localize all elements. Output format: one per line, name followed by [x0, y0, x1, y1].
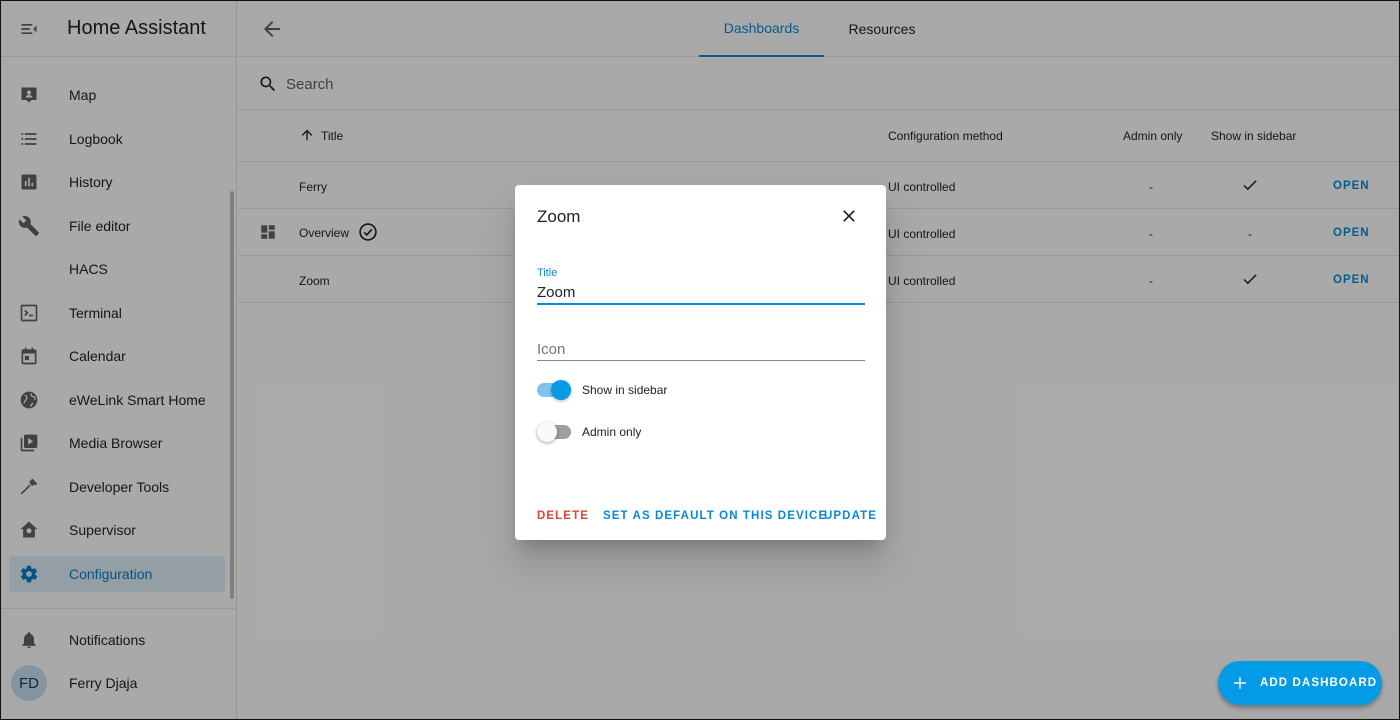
- show-in-sidebar-toggle[interactable]: [537, 380, 571, 400]
- admin-only-label: Admin only: [582, 425, 642, 439]
- toggle-knob: [551, 380, 571, 400]
- add-dashboard-button[interactable]: ADD DASHBOARD: [1218, 661, 1382, 705]
- app-window: Home Assistant Map Logbook History File …: [0, 0, 1400, 720]
- title-field-label: Title: [537, 267, 558, 279]
- title-field-underline: [537, 303, 865, 305]
- edit-dashboard-dialog: Zoom Title Show in sidebar Admin only DE…: [515, 185, 886, 540]
- dialog-title: Zoom: [537, 207, 581, 226]
- icon-field[interactable]: [537, 341, 865, 358]
- toggle-knob: [537, 422, 557, 442]
- title-field[interactable]: [537, 284, 865, 301]
- delete-button[interactable]: DELETE: [537, 510, 589, 522]
- icon-field-underline: [537, 360, 865, 361]
- show-in-sidebar-label: Show in sidebar: [582, 383, 668, 397]
- set-default-button[interactable]: SET AS DEFAULT ON THIS DEVICE: [603, 510, 827, 522]
- update-button[interactable]: UPDATE: [824, 510, 877, 522]
- admin-only-toggle[interactable]: [537, 422, 571, 442]
- add-dashboard-label: ADD DASHBOARD: [1260, 677, 1378, 689]
- close-icon[interactable]: [839, 206, 859, 226]
- plus-icon: [1230, 673, 1250, 693]
